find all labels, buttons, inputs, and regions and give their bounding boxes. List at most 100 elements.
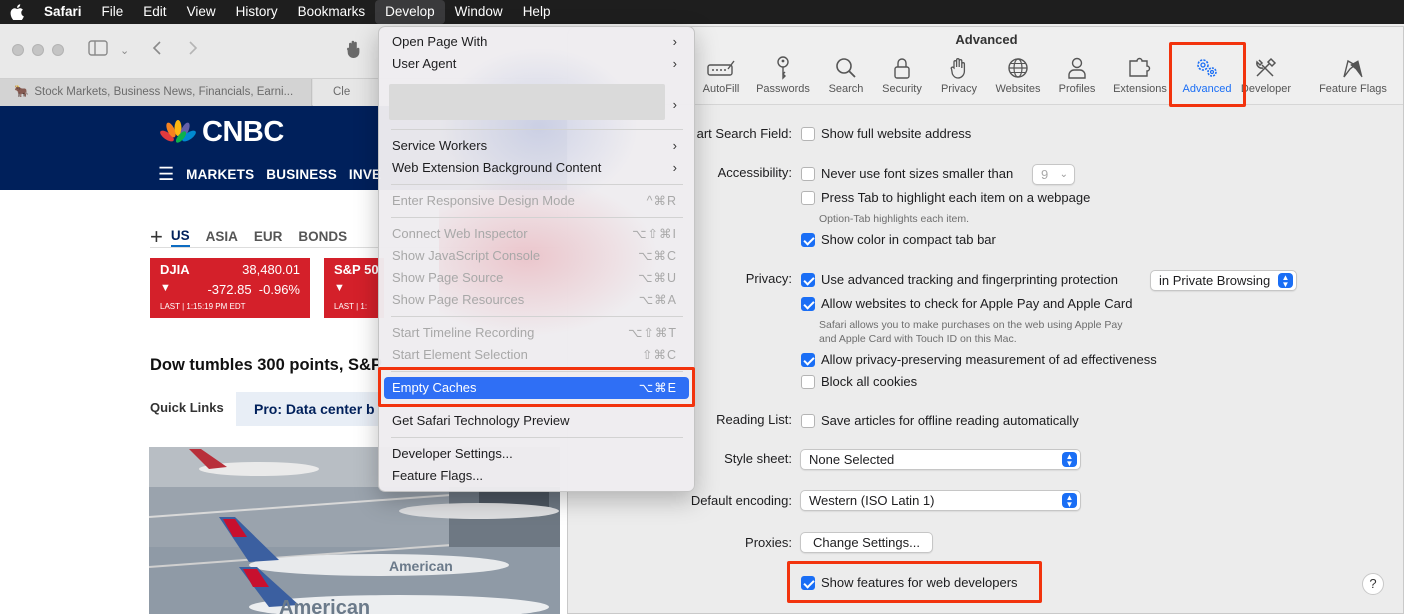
menu-edit[interactable]: Edit xyxy=(133,0,176,24)
menu-item-page-resources[interactable]: Show Page Resources ⌥⌘A xyxy=(384,289,689,311)
market-tab-bonds[interactable]: BONDS xyxy=(298,229,347,246)
apple-menu-icon[interactable] xyxy=(0,4,34,20)
airline-livery-text: American xyxy=(279,597,370,614)
nav-investing[interactable]: INVE xyxy=(349,167,381,182)
apple-pay-label[interactable]: Allow websites to check for Apple Pay an… xyxy=(821,296,1132,311)
ticker-timestamp: LAST | 1: xyxy=(334,302,368,311)
never-font-size-label[interactable]: Never use font sizes smaller than xyxy=(821,166,1013,181)
pane-passwords[interactable]: Passwords xyxy=(747,55,819,99)
menu-item-connect-web-inspector[interactable]: Connect Web Inspector ⌥⇧⌘I xyxy=(384,223,689,245)
menu-item-safari-tech-preview[interactable]: Get Safari Technology Preview xyxy=(384,410,689,432)
updown-stepper-icon: ▲ ▼ xyxy=(1062,452,1077,468)
privacy-ad-label[interactable]: Allow privacy-preserving measurement of … xyxy=(821,352,1157,367)
press-tab-label[interactable]: Press Tab to highlight each item on a we… xyxy=(821,190,1090,205)
privacy-report-icon[interactable] xyxy=(344,38,366,65)
font-size-value: 9 xyxy=(1041,167,1049,182)
chevron-down-icon[interactable]: ⌄ xyxy=(120,44,129,57)
quick-links-label: Quick Links xyxy=(150,400,224,415)
show-color-tab-bar-checkbox[interactable] xyxy=(801,233,815,247)
nav-markets[interactable]: MARKETS xyxy=(186,167,254,182)
privacy-ad-checkbox[interactable] xyxy=(801,353,815,367)
tab-cnbc[interactable]: 🐂 Stock Markets, Business News, Financial… xyxy=(0,79,312,106)
block-cookies-label[interactable]: Block all cookies xyxy=(821,374,917,389)
style-sheet-select[interactable]: None Selected ▲ ▼ xyxy=(800,449,1081,470)
menu-window[interactable]: Window xyxy=(445,0,513,24)
help-button[interactable]: ? xyxy=(1362,573,1384,595)
menu-item-empty-caches[interactable]: Empty Caches ⌥⌘E xyxy=(384,377,689,399)
show-full-address-label[interactable]: Show full website address xyxy=(821,126,971,141)
ticker-tile-sp500[interactable]: S&P 50 ▼ LAST | 1: xyxy=(324,258,384,318)
menu-view[interactable]: View xyxy=(177,0,226,24)
menu-item-user-agent[interactable]: User Agent › xyxy=(384,53,689,75)
top-headline[interactable]: Dow tumbles 300 points, S&P xyxy=(150,356,382,375)
pane-feature-flags[interactable]: Feature Flags xyxy=(1308,55,1398,99)
minimize-window-button[interactable] xyxy=(32,44,44,56)
proxies-label: Proxies: xyxy=(745,535,792,550)
menu-item-open-page-with[interactable]: Open Page With › xyxy=(384,31,689,53)
chevron-down-icon: ⌄ xyxy=(1059,169,1068,180)
menu-item-redacted[interactable] xyxy=(389,84,665,120)
menu-item-feature-flags[interactable]: Feature Flags... xyxy=(384,465,689,487)
save-articles-label[interactable]: Save articles for offline reading automa… xyxy=(821,413,1079,428)
menu-develop[interactable]: Develop xyxy=(375,0,445,24)
menu-app-safari[interactable]: Safari xyxy=(34,0,92,24)
show-color-tab-bar-label[interactable]: Show color in compact tab bar xyxy=(821,232,996,247)
puzzle-icon xyxy=(1104,55,1176,81)
menu-history[interactable]: History xyxy=(226,0,288,24)
market-tab-us[interactable]: US xyxy=(170,228,190,247)
advanced-tracking-checkbox[interactable] xyxy=(801,273,815,287)
updown-stepper-icon: ▲ ▼ xyxy=(1278,273,1293,289)
chevron-right-icon: › xyxy=(672,160,677,175)
show-full-address-checkbox[interactable] xyxy=(801,127,815,141)
menu-item-element-selection[interactable]: Start Element Selection ⇧⌘C xyxy=(384,344,689,366)
tracking-scope-select[interactable]: in Private Browsing ▲ ▼ xyxy=(1150,270,1297,291)
advanced-tracking-label[interactable]: Use advanced tracking and fingerprinting… xyxy=(821,272,1118,287)
key-icon xyxy=(747,55,819,81)
encoding-select[interactable]: Western (ISO Latin 1) ▲ ▼ xyxy=(800,490,1081,511)
menu-item-js-console[interactable]: Show JavaScript Console ⌥⌘C xyxy=(384,245,689,267)
tab-title: Stock Markets, Business News, Financials… xyxy=(34,86,294,98)
menu-item-service-workers[interactable]: Service Workers › xyxy=(384,135,689,157)
menu-help[interactable]: Help xyxy=(513,0,561,24)
back-icon[interactable] xyxy=(152,40,162,61)
close-window-button[interactable] xyxy=(12,44,24,56)
apple-pay-checkbox[interactable] xyxy=(801,297,815,311)
flags-icon xyxy=(1308,55,1398,81)
menu-item-developer-settings[interactable]: Developer Settings... xyxy=(384,443,689,465)
market-tab-asia[interactable]: ASIA xyxy=(206,229,238,246)
sidebar-toggle-icon[interactable] xyxy=(88,40,108,61)
ticker-value: 38,480.01 xyxy=(242,262,300,277)
ticker-tile-djia[interactable]: DJIA 38,480.01 ▼ -372.85 -0.96% LAST | 1… xyxy=(150,258,310,318)
forward-icon[interactable] xyxy=(188,40,198,61)
show-dev-features-label[interactable]: Show features for web developers xyxy=(821,575,1018,590)
never-font-size-checkbox[interactable] xyxy=(801,167,815,181)
peacock-icon xyxy=(160,119,196,143)
menu-item-responsive-design[interactable]: Enter Responsive Design Mode ^⌘R xyxy=(384,190,689,212)
pane-extensions[interactable]: Extensions xyxy=(1104,55,1176,99)
menu-separator xyxy=(391,437,683,438)
zoom-window-button[interactable] xyxy=(52,44,64,56)
block-cookies-checkbox[interactable] xyxy=(801,375,815,389)
menu-item-web-extension-background[interactable]: Web Extension Background Content › xyxy=(384,157,689,179)
menu-file[interactable]: File xyxy=(92,0,134,24)
pane-profiles[interactable]: Profiles xyxy=(1041,55,1113,99)
down-arrow-icon: ▼ xyxy=(334,282,345,294)
font-size-select[interactable]: 9 ⌄ xyxy=(1032,164,1075,185)
change-settings-button[interactable]: Change Settings... xyxy=(800,532,933,553)
cnbc-logo[interactable]: CNBC xyxy=(158,116,284,149)
press-tab-checkbox[interactable] xyxy=(801,191,815,205)
bull-favicon-icon: 🐂 xyxy=(14,86,29,98)
show-dev-features-checkbox[interactable] xyxy=(801,576,815,590)
chevron-right-icon: › xyxy=(672,138,677,153)
nav-business[interactable]: BUSINESS xyxy=(266,167,337,182)
pane-developer[interactable]: Developer xyxy=(1230,55,1302,99)
menu-bookmarks[interactable]: Bookmarks xyxy=(288,0,376,24)
ticker-name: DJIA xyxy=(160,262,190,277)
menu-item-page-source[interactable]: Show Page Source ⌥⌘U xyxy=(384,267,689,289)
market-tab-eur[interactable]: EUR xyxy=(254,229,283,246)
encoding-label: Default encoding: xyxy=(690,493,792,508)
save-articles-checkbox[interactable] xyxy=(801,414,815,428)
menu-item-timeline-recording[interactable]: Start Timeline Recording ⌥⇧⌘T xyxy=(384,322,689,344)
hamburger-menu-icon[interactable]: ☰ xyxy=(158,164,174,185)
chevron-right-icon: › xyxy=(672,97,677,112)
